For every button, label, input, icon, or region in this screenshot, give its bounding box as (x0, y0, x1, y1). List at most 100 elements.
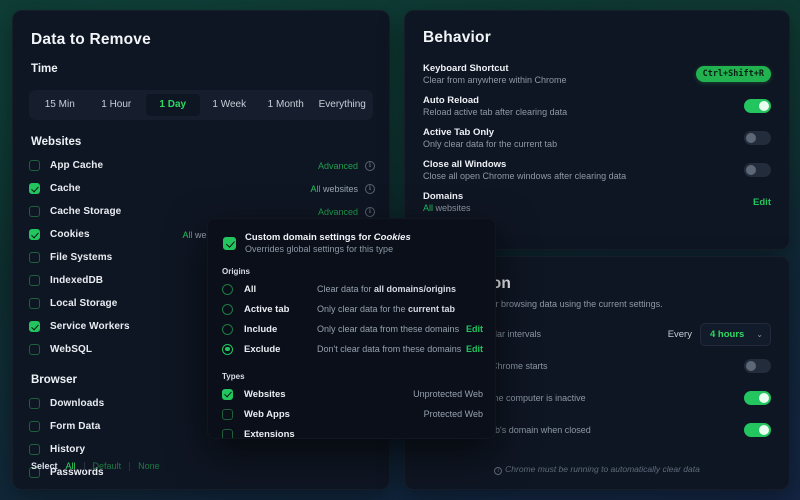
select-shortcuts: Select All Default None (31, 461, 160, 471)
setting-control (744, 391, 771, 405)
websites-section-label: Websites (31, 136, 389, 148)
websites-checkbox-cookies[interactable] (29, 229, 40, 240)
type-option-label: Extensions (244, 429, 317, 440)
list-item[interactable]: App CacheAdvancedi (29, 155, 375, 176)
origin-option-row[interactable]: Active tabOnly clear data for the curren… (222, 299, 483, 319)
time-option-1-hour[interactable]: 1 Hour (89, 93, 145, 117)
time-selector: 15 Min1 Hour1 Day1 Week1 MonthEverything (29, 90, 373, 120)
time-segmented-control[interactable]: 15 Min1 Hour1 Day1 Week1 MonthEverything (29, 90, 373, 120)
setting-row: DomainsAll websitesEdit (423, 187, 771, 217)
list-item-label: IndexedDB (50, 275, 103, 286)
radio-include[interactable] (222, 324, 233, 335)
type-checkbox-websites[interactable] (222, 389, 233, 400)
setting-control (744, 99, 771, 113)
time-section-label: Time (31, 63, 389, 75)
types-checkbox-list: WebsitesUnprotected Web Web Apps Protected… (208, 384, 495, 439)
origin-option-row[interactable]: ExcludeDon't clear data from these domai… (222, 339, 483, 359)
radio-all[interactable] (222, 284, 233, 295)
radio-exclude[interactable] (222, 344, 233, 355)
origin-option-label: Active tab (244, 304, 317, 315)
behavior-panel: Behavior Keyboard ShortcutClear from any… (404, 10, 790, 250)
time-option-everything[interactable]: Everything (315, 93, 371, 117)
meta-text[interactable]: Advanced (318, 161, 358, 171)
origin-option-label: Include (244, 324, 317, 335)
type-option-row[interactable]: Extensions (222, 424, 483, 439)
custom-domain-settings-popup: Custom domain settings for Cookies Overr… (207, 218, 496, 439)
list-item-label: Form Data (50, 421, 100, 432)
info-icon[interactable]: i (365, 161, 375, 171)
type-option-row[interactable]: WebsitesUnprotected Web (222, 384, 483, 404)
type-checkbox-web-apps[interactable] (222, 409, 233, 420)
list-item[interactable]: Cache All websitesi (29, 178, 375, 199)
behavior-toggle-auto-reload[interactable] (744, 99, 771, 113)
automation-toggle-on-startup[interactable] (744, 359, 771, 373)
websites-checkbox-service-workers[interactable] (29, 321, 40, 332)
websites-checkbox-cache[interactable] (29, 183, 40, 194)
origin-option-description: Only clear data from these domains (317, 324, 459, 334)
time-option-1-month[interactable]: 1 Month (258, 93, 314, 117)
automation-toggle-when-idle[interactable] (744, 391, 771, 405)
setting-row: Keyboard ShortcutClear from anywhere wit… (423, 59, 771, 89)
setting-title: Active Tab Only (423, 127, 557, 138)
radio-active-tab[interactable] (222, 304, 233, 315)
info-icon[interactable]: i (365, 207, 375, 217)
setting-row: Close all WindowsClose all open Chrome w… (423, 155, 771, 185)
browser-checkbox-form-data[interactable] (29, 421, 40, 432)
websites-checkbox-app-cache[interactable] (29, 160, 40, 171)
time-option-1-week[interactable]: 1 Week (202, 93, 258, 117)
time-option-1-day[interactable]: 1 Day (145, 93, 201, 117)
websites-checkbox-websql[interactable] (29, 344, 40, 355)
setting-subtitle: Close all open Chrome windows after clea… (423, 171, 626, 181)
type-checkbox-extensions[interactable] (222, 429, 233, 440)
origin-option-row[interactable]: AllClear data for all domains/origins (222, 279, 483, 299)
origin-option-description: Clear data for all domains/origins (317, 284, 456, 294)
origin-edit-link[interactable]: Edit (466, 344, 483, 354)
origin-option-row[interactable]: IncludeOnly clear data from these domain… (222, 319, 483, 339)
websites-checkbox-cache-storage[interactable] (29, 206, 40, 217)
list-item-label: Cache (50, 183, 81, 194)
info-icon: i (494, 467, 502, 475)
origin-edit-link[interactable]: Edit (466, 324, 483, 334)
chevron-down-icon: ⌄ (756, 330, 763, 339)
setting-control: Every4 hours⌄ (668, 323, 771, 346)
popup-enable-checkbox[interactable] (223, 237, 236, 250)
browser-checkbox-history[interactable] (29, 444, 40, 455)
setting-title: Domains (423, 191, 471, 202)
list-item-label: WebSQL (50, 344, 92, 355)
behavior-toggle-active-tab-only[interactable] (744, 131, 771, 145)
origin-option-label: All (244, 284, 317, 295)
list-item[interactable]: History (29, 439, 375, 460)
type-option-label: Websites (244, 389, 317, 400)
setting-control (744, 131, 771, 145)
setting-title: Close all Windows (423, 159, 626, 170)
type-option-label: Web Apps (244, 409, 317, 420)
setting-title: Keyboard Shortcut (423, 63, 567, 74)
info-icon[interactable]: i (365, 184, 375, 194)
list-item-label: Cookies (50, 229, 90, 240)
list-item-meta: All websitesi (310, 184, 375, 194)
type-option-row[interactable]: Web Apps Protected Web (222, 404, 483, 424)
time-option-15-min[interactable]: 15 Min (32, 93, 88, 117)
interval-select[interactable]: 4 hours⌄ (700, 323, 771, 346)
behavior-settings-list: Keyboard ShortcutClear from anywhere wit… (423, 59, 771, 217)
behavior-toggle-close-all-windows[interactable] (744, 163, 771, 177)
websites-checkbox-file-systems[interactable] (29, 252, 40, 263)
page-title: Data to Remove (31, 31, 389, 49)
meta-text[interactable]: Advanced (318, 207, 358, 217)
popup-title: Custom domain settings for Cookies (245, 232, 411, 243)
popup-header: Custom domain settings for Cookies Overr… (223, 232, 495, 254)
setting-row: Active Tab OnlyOnly clear data for the c… (423, 123, 771, 153)
websites-checkbox-indexeddb[interactable] (29, 275, 40, 286)
select-default-link[interactable]: Default (93, 461, 122, 471)
select-all-link[interactable]: All (66, 461, 76, 471)
websites-checkbox-local-storage[interactable] (29, 298, 40, 309)
origins-label: Origins (222, 267, 495, 276)
browser-checkbox-downloads[interactable] (29, 398, 40, 409)
automation-footnote: iChrome must be running to automatically… (405, 464, 789, 475)
edit-domains-link[interactable]: Edit (753, 197, 771, 208)
select-none-link[interactable]: None (138, 461, 160, 471)
setting-subtitle: Only clear data for the current tab (423, 139, 557, 149)
automation-toggle-on-tab-close[interactable] (744, 423, 771, 437)
keyboard-shortcut-badge[interactable]: Ctrl+Shift+R (696, 66, 771, 82)
type-option-meta: Protected Web (424, 409, 483, 419)
